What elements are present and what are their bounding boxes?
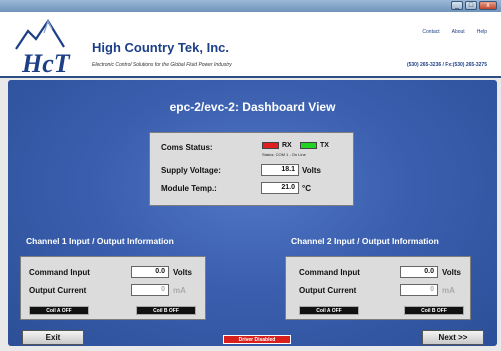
com-status-text: Status: COM 1 - On Line xyxy=(262,152,306,157)
channel2-box: Command Input 0.0 Volts Output Current 0… xyxy=(285,256,471,320)
ch2-command-input[interactable]: 0.0 xyxy=(400,266,438,278)
channel2-title: Channel 2 Input / Output Information xyxy=(291,236,439,246)
hct-logo: HcT xyxy=(15,18,71,77)
module-temp-unit: °C xyxy=(302,184,311,193)
module-temp-value: 21.0 xyxy=(261,182,299,194)
supply-voltage-unit: Volts xyxy=(302,166,321,175)
page-title: epc-2/evc-2: Dashboard View xyxy=(169,100,336,114)
tagline: Electronic Control Solutions for the Glo… xyxy=(92,62,232,68)
phone-number: (530) 265-3236 / Fx:(530) 265-3275 xyxy=(406,62,487,68)
coms-status-label: Coms Status: xyxy=(161,143,213,152)
about-link[interactable]: About xyxy=(452,29,465,35)
supply-voltage-label: Supply Voltage: xyxy=(161,166,221,175)
rx-label: RX xyxy=(282,142,292,149)
ch1-command-input[interactable]: 0.0 xyxy=(131,266,169,278)
tx-label: TX xyxy=(320,142,329,149)
exit-button[interactable]: Exit xyxy=(22,330,84,345)
driver-status-badge: Driver Disabled xyxy=(223,335,291,344)
rx-indicator xyxy=(262,142,279,149)
dashboard-panel: epc-2/evc-2: Dashboard View Coms Status:… xyxy=(8,80,497,346)
module-temp-label: Module Temp.: xyxy=(161,184,217,193)
channel1-box: Command Input 0.0 Volts Output Current 0… xyxy=(20,256,206,320)
tx-indicator xyxy=(300,142,317,149)
help-link[interactable]: Help xyxy=(477,29,487,35)
supply-voltage-value: 18.1 xyxy=(261,164,299,176)
close-button[interactable]: x xyxy=(479,1,497,10)
ch1-coil-a-button[interactable]: Coil A OFF xyxy=(29,306,89,315)
ch2-coil-a-button[interactable]: Coil A OFF xyxy=(299,306,359,315)
window-controls: _ □ x xyxy=(451,1,497,10)
ch2-command-label: Command Input xyxy=(299,268,360,277)
ch2-current-unit: mA xyxy=(442,286,455,295)
ch2-command-unit: Volts xyxy=(442,268,461,277)
minimize-button[interactable]: _ xyxy=(451,1,463,10)
channel1-title: Channel 1 Input / Output Information xyxy=(26,236,174,246)
maximize-button[interactable]: □ xyxy=(465,1,477,10)
ch1-command-label: Command Input xyxy=(29,268,90,277)
header: HcT High Country Tek, Inc. Electronic Co… xyxy=(0,12,501,78)
window-titlebar: _ □ x xyxy=(0,0,501,12)
next-button[interactable]: Next >> xyxy=(422,330,484,345)
status-box: Coms Status: RX TX Status: COM 1 - On Li… xyxy=(149,132,354,206)
ch1-current-label: Output Current xyxy=(29,286,87,295)
brand-name: High Country Tek, Inc. xyxy=(92,40,229,55)
ch2-current-label: Output Current xyxy=(299,286,357,295)
ch1-current-value: 0 xyxy=(131,284,169,296)
ch2-current-value: 0 xyxy=(400,284,438,296)
top-links: Contact About Help xyxy=(422,29,487,35)
ch1-coil-b-button[interactable]: Coil B OFF xyxy=(136,306,196,315)
ch1-current-unit: mA xyxy=(173,286,186,295)
ch2-coil-b-button[interactable]: Coil B OFF xyxy=(404,306,464,315)
contact-link[interactable]: Contact xyxy=(422,29,439,35)
ch1-command-unit: Volts xyxy=(173,268,192,277)
svg-text:HcT: HcT xyxy=(21,49,71,77)
